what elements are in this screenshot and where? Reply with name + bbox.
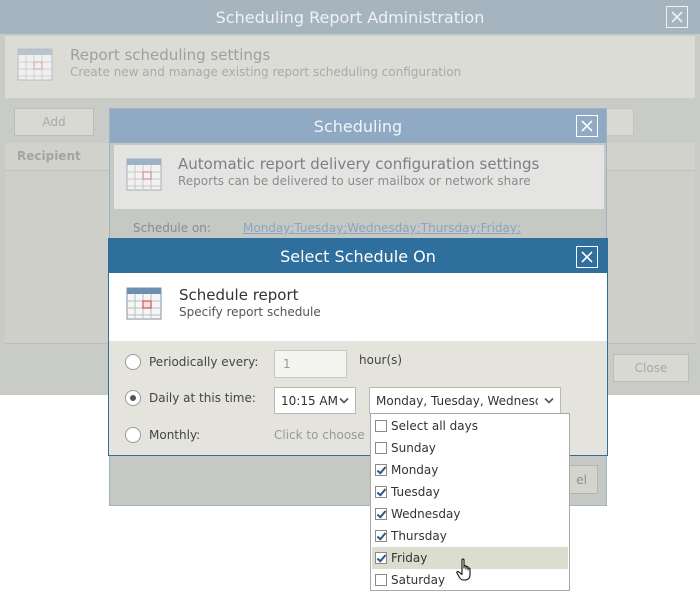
days-select[interactable]: Monday, Tuesday, Wednesday (369, 387, 561, 414)
day-option[interactable]: Select all days (372, 415, 568, 437)
hand-cursor-icon (456, 558, 471, 581)
select-schedule-title: Select Schedule On (280, 247, 436, 266)
scheduling-title-bar: Scheduling (110, 109, 606, 143)
day-checkbox[interactable] (375, 442, 387, 454)
select-schedule-title-bar: Select Schedule On (109, 239, 607, 273)
scheduling-section-subtitle: Reports can be delivered to user mailbox… (178, 174, 531, 188)
day-checkbox[interactable] (375, 552, 387, 564)
daily-radio[interactable] (125, 390, 141, 406)
daily-label: Daily at this time: (149, 391, 256, 405)
select-schedule-close-button[interactable] (576, 246, 598, 268)
admin-title: Scheduling Report Administration (215, 8, 485, 27)
periodically-hours-input[interactable] (274, 350, 347, 378)
day-checkbox[interactable] (375, 530, 387, 542)
close-icon (581, 120, 593, 132)
admin-close-button[interactable] (666, 6, 688, 28)
select-schedule-section-subtitle: Specify report schedule (179, 305, 321, 319)
monthly-choose-link[interactable]: Click to choose (274, 428, 365, 442)
select-schedule-header-panel: Schedule report Specify report schedule (109, 273, 607, 341)
day-checkbox[interactable] (375, 464, 387, 476)
daily-time-select[interactable]: 10:15 AM (274, 387, 356, 414)
day-checkbox[interactable] (375, 508, 387, 520)
day-checkbox[interactable] (375, 574, 387, 586)
admin-title-bar: Scheduling Report Administration (0, 0, 700, 34)
scheduling-close-button[interactable] (576, 115, 598, 137)
monthly-label: Monthly: (149, 428, 201, 442)
day-option[interactable]: Wednesday (372, 503, 568, 525)
periodically-radio[interactable] (125, 354, 141, 370)
day-option-label: Select all days (391, 419, 478, 433)
close-icon (671, 11, 683, 23)
day-checkbox[interactable] (375, 486, 387, 498)
scheduling-header-panel: Automatic report delivery configuration … (114, 145, 604, 209)
column-recipient: Recipient (17, 149, 81, 163)
admin-close-footer-button[interactable]: Close (613, 354, 689, 382)
day-option-label: Wednesday (391, 507, 461, 521)
schedule-on-label: Schedule on: (133, 221, 211, 235)
day-option[interactable]: Monday (372, 459, 568, 481)
day-checkbox[interactable] (375, 420, 387, 432)
schedule-on-link[interactable]: Monday;Tuesday;Wednesday;Thursday;Friday… (243, 221, 521, 235)
day-option-label: Friday (391, 551, 428, 565)
chevron-down-icon (544, 397, 554, 404)
day-option-label: Sunday (391, 441, 436, 455)
calendar-icon (17, 48, 53, 81)
day-option[interactable]: Tuesday (372, 481, 568, 503)
scheduling-title: Scheduling (313, 117, 403, 136)
admin-header-panel: Report scheduling settings Create new an… (5, 36, 695, 98)
hours-unit-label: hour(s) (359, 353, 403, 367)
scheduling-section-title: Automatic report delivery configuration … (178, 155, 540, 173)
calendar-icon (126, 158, 162, 191)
admin-add-button[interactable]: Add (14, 108, 94, 136)
calendar-icon (126, 287, 162, 320)
day-option-label: Tuesday (391, 485, 440, 499)
admin-section-subtitle: Create new and manage existing report sc… (70, 65, 462, 79)
day-option-label: Thursday (391, 529, 447, 543)
day-option[interactable]: Thursday (372, 525, 568, 547)
select-schedule-section-title: Schedule report (179, 286, 299, 304)
day-option-label: Saturday (391, 573, 446, 587)
periodically-label: Periodically every: (149, 355, 259, 369)
day-option-label: Monday (391, 463, 439, 477)
days-select-arrow-area (538, 388, 560, 413)
daily-time-value: 10:15 AM (281, 394, 338, 408)
close-icon (581, 251, 593, 263)
chevron-down-icon (339, 397, 349, 404)
monthly-radio[interactable] (125, 427, 141, 443)
days-select-value: Monday, Tuesday, Wednesday (376, 394, 557, 408)
day-option[interactable]: Sunday (372, 437, 568, 459)
admin-section-title: Report scheduling settings (70, 46, 271, 64)
